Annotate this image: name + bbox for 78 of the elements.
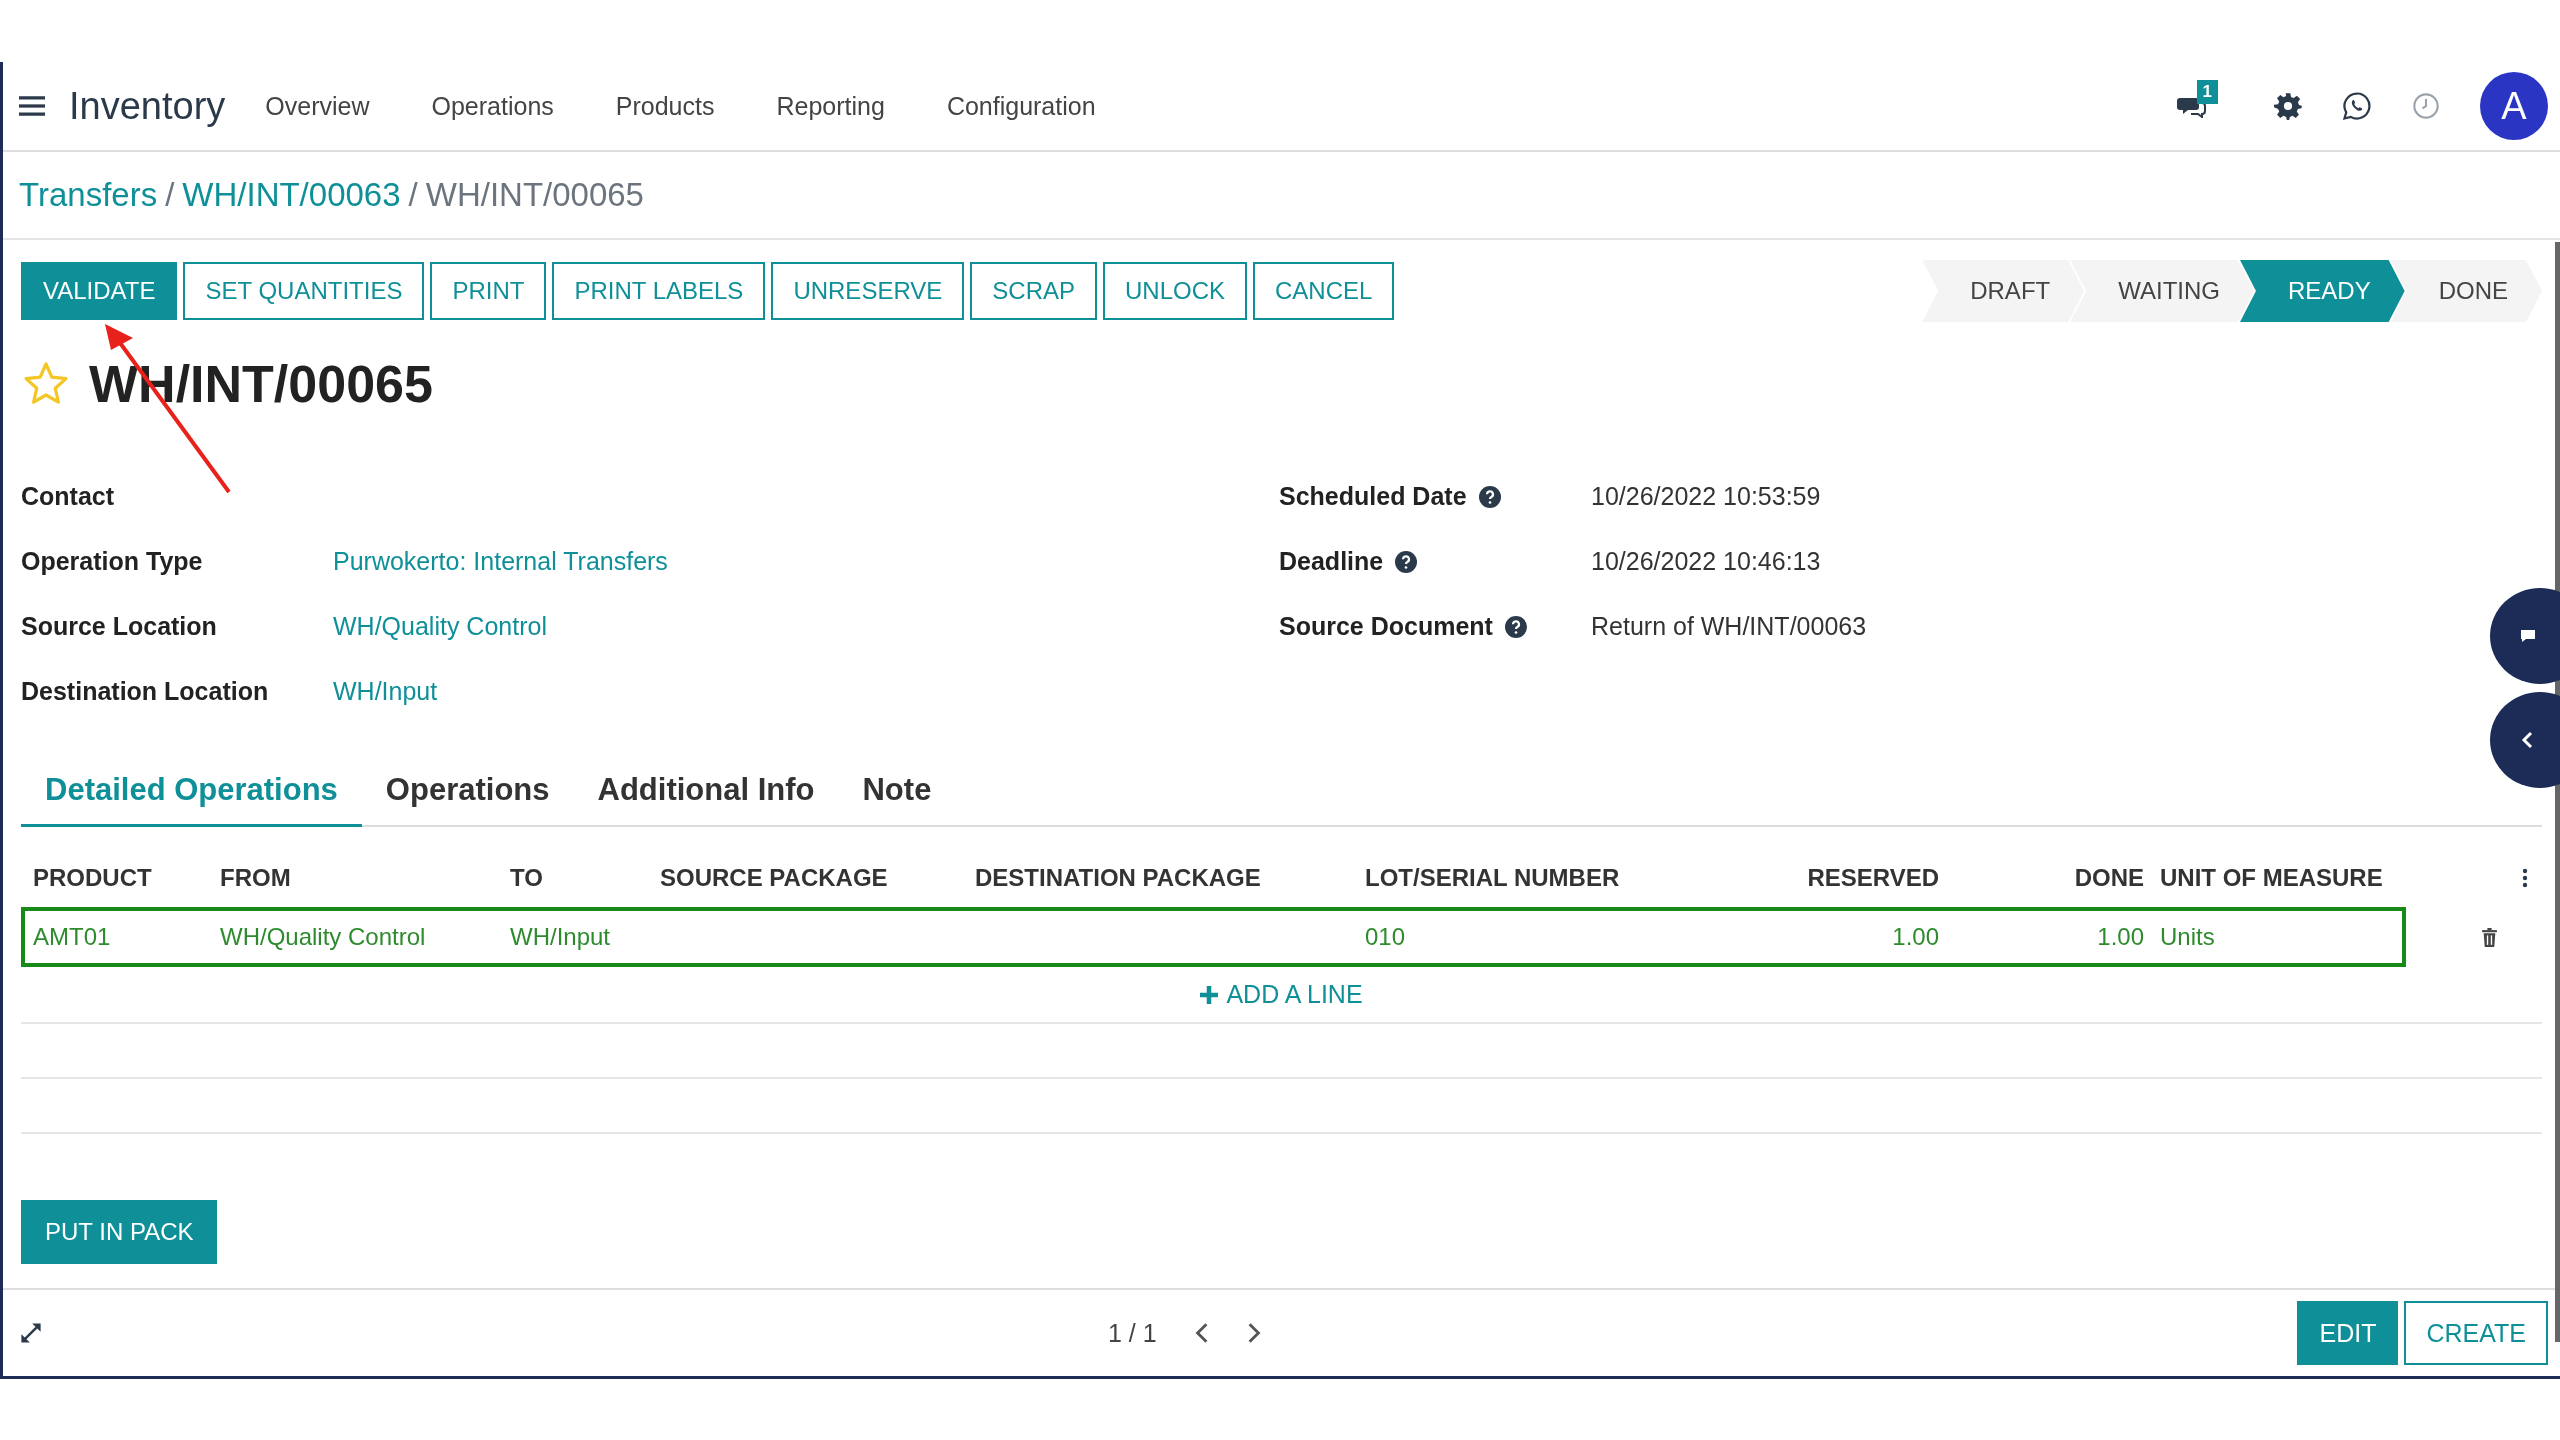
column-header[interactable]: FROM	[220, 864, 291, 892]
field-label: Destination Location	[21, 677, 269, 706]
more-options-icon[interactable]	[2522, 868, 2528, 888]
action-button[interactable]: SCRAP	[970, 262, 1097, 320]
action-button[interactable]: SET QUANTITIES	[183, 262, 425, 320]
tab[interactable]: Detailed Operations	[21, 762, 362, 827]
field-link[interactable]: WH/Input	[333, 677, 438, 706]
field-value: Return of WH/INT/00063	[1591, 612, 1867, 641]
field-label: Operation Type	[21, 547, 203, 576]
message-count-badge: 1	[2196, 80, 2218, 104]
field-link[interactable]: WH/Quality Control	[333, 612, 547, 641]
add-line-link[interactable]: ADD A LINE	[1200, 980, 1363, 1009]
tab[interactable]: Additional Info	[573, 762, 839, 827]
table-cell: 010	[1365, 923, 1406, 951]
column-header[interactable]: RESERVED	[1807, 864, 1939, 892]
settings-icon[interactable]	[2274, 92, 2302, 120]
chat-side-button[interactable]	[2490, 588, 2560, 684]
action-button[interactable]: PRINT LABELS	[552, 262, 766, 320]
footer-button[interactable]: EDIT	[2297, 1301, 2399, 1365]
user-avatar[interactable]: A	[2480, 72, 2548, 140]
expand-icon[interactable]	[19, 1321, 43, 1345]
table-cell: 1.00	[1892, 923, 1939, 951]
pager-counter: 1 / 1	[1108, 1318, 1157, 1348]
help-icon[interactable]	[1478, 485, 1501, 508]
breadcrumb-item[interactable]: Transfers	[19, 176, 158, 214]
field-label: Source Document	[1279, 612, 1493, 641]
menu-icon[interactable]	[19, 95, 45, 117]
column-header[interactable]: TO	[510, 864, 543, 892]
column-header[interactable]: DESTINATION PACKAGE	[975, 864, 1261, 892]
table-cell: AMT01	[33, 923, 111, 951]
action-button[interactable]: UNRESERVE	[771, 262, 965, 320]
collapse-side-button[interactable]	[2490, 692, 2560, 788]
column-header[interactable]: DONE	[2074, 864, 2144, 892]
footer-button[interactable]: CREATE	[2404, 1301, 2548, 1365]
column-header[interactable]: SOURCE PACKAGE	[660, 864, 888, 892]
menu-item[interactable]: Reporting	[776, 91, 885, 121]
breadcrumb-item[interactable]: WH/INT/00063	[182, 176, 401, 214]
menu-item[interactable]: Products	[615, 91, 715, 121]
field-label: Contact	[21, 482, 115, 511]
breadcrumb-separator: /	[165, 176, 175, 214]
status-stage[interactable]: DRAFT	[1922, 260, 2085, 322]
field-label: Scheduled Date	[1279, 482, 1467, 511]
status-stage[interactable]: DONE	[2390, 260, 2542, 322]
tab[interactable]: Operations	[361, 762, 574, 827]
help-icon[interactable]	[1395, 550, 1418, 573]
action-button[interactable]: VALIDATE	[21, 262, 178, 320]
next-icon[interactable]	[1246, 1322, 1261, 1344]
field-value: 10/26/2022 10:46:13	[1591, 547, 1821, 576]
menu-item[interactable]: Overview	[265, 91, 370, 121]
delete-icon[interactable]	[2481, 927, 2498, 947]
help-icon[interactable]	[1504, 615, 1527, 638]
previous-icon[interactable]	[1194, 1322, 1209, 1344]
field-value: 10/26/2022 10:53:59	[1591, 482, 1821, 511]
menu-item[interactable]: Configuration	[946, 91, 1096, 121]
field-label: Source Location	[21, 612, 217, 641]
field-link[interactable]: Purwokerto: Internal Transfers	[333, 547, 668, 576]
clock-icon[interactable]	[2412, 92, 2440, 120]
tab[interactable]: Note	[838, 762, 956, 827]
breadcrumb-item: WH/INT/00065	[425, 176, 644, 214]
field-label: Deadline	[1279, 547, 1384, 576]
action-button[interactable]: PRINT	[430, 262, 547, 320]
put-in-pack-button[interactable]: PUT IN PACK	[21, 1200, 218, 1264]
menu-item[interactable]: Operations	[431, 91, 554, 121]
column-header[interactable]: PRODUCT	[33, 864, 152, 892]
table-cell: WH/Input	[510, 923, 611, 951]
table-cell: WH/Quality Control	[220, 923, 426, 951]
table-cell: Units	[2160, 923, 2215, 951]
action-button[interactable]: CANCEL	[1253, 262, 1395, 320]
column-header[interactable]: UNIT OF MEASURE	[2160, 864, 2383, 892]
app-name[interactable]: Inventory	[69, 84, 226, 128]
breadcrumb-separator: /	[408, 176, 418, 214]
status-stage[interactable]: READY	[2239, 260, 2405, 322]
table-cell: 1.00	[2097, 923, 2144, 951]
phone-chat-icon[interactable]	[2342, 91, 2372, 121]
plus-icon	[1200, 985, 1219, 1004]
column-header[interactable]: LOT/SERIAL NUMBER	[1365, 864, 1620, 892]
action-button[interactable]: UNLOCK	[1103, 262, 1248, 320]
status-stage[interactable]: WAITING	[2070, 260, 2254, 322]
